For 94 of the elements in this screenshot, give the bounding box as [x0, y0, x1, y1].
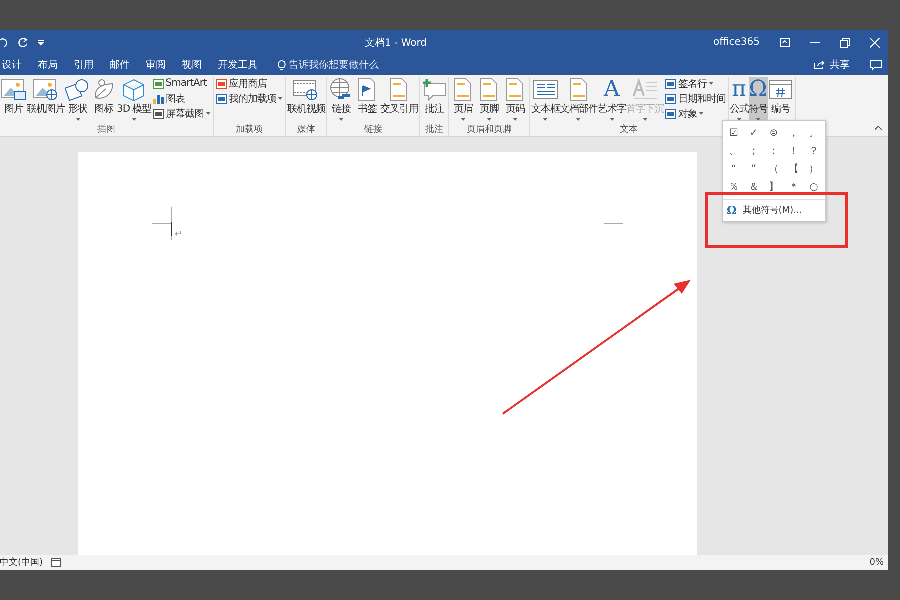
ribbon-button[interactable]: 3D 模型 [117, 77, 152, 123]
group-label: 媒体 [296, 124, 316, 136]
symbol-item[interactable]: 】 [769, 182, 779, 192]
ribbon-button[interactable]: 屏幕截图 [152, 107, 211, 120]
ribbon-button[interactable]: 日期和时间 [665, 92, 726, 105]
ribbon-button[interactable]: 图表 [152, 92, 211, 105]
ribbon-button[interactable]: 页脚 [476, 77, 502, 123]
ribbon-tab[interactable]: 引用 [74, 58, 102, 72]
tell-me-field[interactable]: 告诉我你想要做什么 [289, 58, 379, 72]
symbol-item[interactable]: ＆ [749, 182, 759, 192]
ribbon-button[interactable]: π 公式 [730, 77, 749, 123]
symbol-item[interactable]: ； [749, 146, 759, 156]
ribbon-button[interactable]: 联机视频 [287, 77, 326, 123]
corner-mark [152, 207, 173, 240]
shapes-icon [65, 78, 91, 102]
bar-chart-icon [152, 94, 164, 104]
undo-icon[interactable] [0, 36, 8, 48]
lightbulb-icon [278, 60, 286, 70]
zoom-level[interactable]: 0% [870, 558, 884, 568]
text-cursor [171, 222, 172, 236]
ribbon-button[interactable]: 批注 [421, 77, 448, 123]
macro-icon[interactable] [51, 558, 62, 567]
symbol-item[interactable]: ＊ [789, 182, 799, 192]
ribbon-button[interactable]: Ω 符号 [748, 77, 768, 123]
group-label: 链接 [363, 124, 384, 136]
corner-mark [604, 207, 623, 225]
symbol-item[interactable]: ！ [789, 146, 799, 156]
ribbon-button[interactable]: SmartArt [152, 77, 211, 90]
ribbon-button[interactable]: A 艺术字 [598, 77, 626, 123]
symbol-item[interactable]: 【 [789, 164, 799, 174]
symbol-item[interactable]: ％ [729, 182, 739, 192]
symbol-item[interactable]: ✓ [750, 128, 758, 138]
picture-globe-icon [33, 78, 59, 102]
ribbon-button[interactable]: 链接 [328, 77, 354, 123]
ribbon-button[interactable]: 应用商店 [216, 77, 284, 90]
symbol-item[interactable]: （ [769, 164, 779, 174]
redo-icon[interactable] [18, 36, 28, 48]
symbol-item[interactable]: ☑ [730, 128, 738, 138]
ribbon-button[interactable]: 页码 [502, 77, 528, 123]
share-icon[interactable] [814, 60, 826, 70]
ribbon-tab[interactable]: 审阅 [146, 58, 174, 72]
symbol-item[interactable]: “ [731, 164, 737, 174]
symbol-item[interactable]: ： [769, 146, 779, 156]
ribbon-button[interactable]: 我的加载项 [216, 92, 284, 105]
ribbon-button[interactable]: 形状 [65, 77, 91, 123]
group-label: 加载项 [235, 124, 264, 136]
share-button[interactable]: 共享 [830, 58, 850, 72]
symbol-item[interactable]: ” [751, 164, 757, 174]
ribbon-button[interactable]: 页眉 [450, 77, 476, 123]
ribbon-button[interactable]: 联机图片 [27, 77, 65, 123]
ribbon-button[interactable]: 图片 [1, 77, 27, 123]
group-label: 批注 [424, 124, 444, 136]
paragraph-mark: ↵ [175, 230, 183, 240]
group-label: 文本 [619, 124, 639, 136]
drop-cap-icon [632, 78, 658, 102]
ribbon-button[interactable]: 文档部件 [560, 77, 598, 123]
textbox-icon [532, 78, 558, 102]
language-status[interactable]: 中文(中国) [0, 556, 44, 569]
customize-icon[interactable] [38, 40, 44, 46]
window-title: 文档1 - Word [365, 36, 428, 50]
ribbon-button[interactable]: 书签 [354, 77, 380, 123]
ribbon-display-icon[interactable] [780, 38, 790, 47]
symbol-item[interactable]: 。 [809, 128, 819, 138]
ribbon-button[interactable]: 签名行 [665, 77, 726, 90]
ribbon-button[interactable]: 对象 [665, 107, 726, 120]
close-icon[interactable] [870, 38, 880, 48]
symbol-item[interactable]: ○ [810, 182, 818, 192]
group-label: 页眉和页脚 [466, 124, 513, 136]
ribbon-button[interactable]: 图标 [91, 77, 117, 123]
ribbon-tab[interactable]: 布局 [38, 58, 66, 72]
symbol-item[interactable]: ， [789, 128, 799, 138]
minimize-icon[interactable] [810, 42, 820, 44]
group-label: 插图 [96, 124, 116, 136]
collapse-ribbon-icon[interactable] [875, 126, 882, 130]
symbol-item[interactable]: ⊜ [770, 128, 778, 138]
comment-icon[interactable] [870, 60, 882, 70]
ribbon-button[interactable]: 编号 [768, 77, 794, 123]
comment-add-icon [421, 78, 448, 102]
more-symbols-item[interactable]: Ω 其他符号(M)... [723, 199, 825, 217]
symbol-item[interactable]: ） [809, 164, 819, 174]
number-field-icon [768, 78, 794, 102]
symbol-item[interactable]: ？ [809, 146, 819, 156]
account-name[interactable]: office365 [713, 37, 760, 48]
ribbon-tab[interactable]: 视图 [182, 58, 210, 72]
video-globe-icon [293, 78, 320, 102]
restore-icon[interactable] [840, 38, 850, 48]
symbol-item[interactable]: 、 [729, 146, 739, 156]
document-page[interactable]: ↵ [78, 152, 697, 555]
ribbon-tab[interactable]: 设计 [2, 58, 30, 72]
cube-icon [121, 78, 148, 102]
ribbon-button[interactable]: 交叉引用 [380, 77, 418, 123]
ribbon-tab[interactable]: 邮件 [110, 58, 138, 72]
ribbon-button[interactable]: 文本框 [531, 77, 560, 123]
ribbon-tab[interactable]: 开发工具 [218, 58, 266, 72]
